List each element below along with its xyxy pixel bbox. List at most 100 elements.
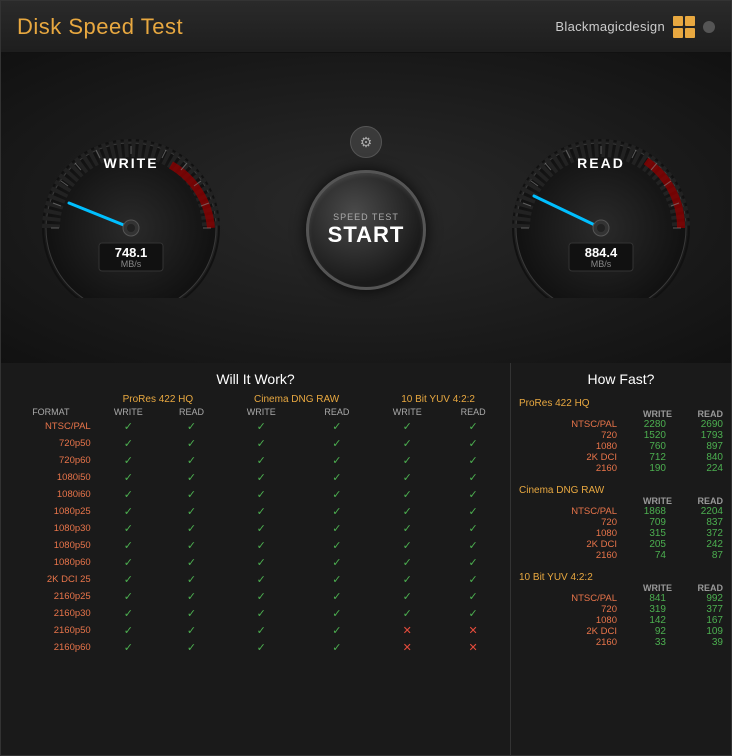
check-mark-icon: ✓ <box>332 421 341 433</box>
brand-label: Blackmagicdesign <box>555 19 665 34</box>
check-cell: ✓ <box>221 537 301 554</box>
check-mark-icon: ✓ <box>403 591 412 603</box>
format-cell: 1080i60 <box>7 486 95 503</box>
hf-data-row: 21607487 <box>519 550 723 561</box>
hf-write-val: 74 <box>621 550 672 561</box>
check-mark-icon: ✓ <box>124 591 133 603</box>
check-cell: ✓ <box>95 571 162 588</box>
gear-icon: ⚙ <box>360 134 373 151</box>
cross-mark-icon: ✕ <box>469 642 478 654</box>
hf-write-val: 1520 <box>621 430 672 441</box>
check-cell: ✓ <box>442 418 504 435</box>
check-cell: ✓ <box>301 486 372 503</box>
check-mark-icon: ✓ <box>469 506 478 518</box>
check-mark-icon: ✓ <box>124 506 133 518</box>
wiw-col-r2: READ <box>301 406 372 418</box>
check-mark-icon: ✓ <box>257 642 266 654</box>
hf-write-val: 142 <box>621 615 672 626</box>
check-mark-icon: ✓ <box>124 540 133 552</box>
hf-format-label: NTSC/PAL <box>519 593 621 604</box>
hf-write-val: 760 <box>621 441 672 452</box>
check-mark-icon: ✓ <box>257 540 266 552</box>
hf-write-val: 92 <box>621 626 672 637</box>
wiw-col-w1: WRITE <box>95 406 162 418</box>
hf-read-val: 837 <box>672 517 723 528</box>
hf-read-val: 242 <box>672 539 723 550</box>
check-cell: ✓ <box>162 537 221 554</box>
check-mark-icon: ✓ <box>469 557 478 569</box>
check-cell: ✓ <box>95 554 162 571</box>
check-cell: ✓ <box>442 537 504 554</box>
check-mark-icon: ✓ <box>403 574 412 586</box>
hf-write-val: 2280 <box>621 419 672 430</box>
check-mark-icon: ✓ <box>187 506 196 518</box>
check-cell: ✓ <box>221 571 301 588</box>
check-cell: ✓ <box>221 418 301 435</box>
check-mark-icon: ✓ <box>403 557 412 569</box>
how-fast-panel: How Fast? ProRes 422 HQWRITEREADNTSC/PAL… <box>511 363 731 755</box>
svg-text:748.1: 748.1 <box>115 245 148 260</box>
will-it-work-table: ProRes 422 HQ Cinema DNG RAW 10 Bit YUV … <box>7 393 504 656</box>
app-title: Disk Speed Test <box>17 14 183 40</box>
check-cell: ✓ <box>442 503 504 520</box>
hf-format-label: 2160 <box>519 637 621 648</box>
check-cell: ✓ <box>372 469 442 486</box>
check-mark-icon: ✓ <box>332 438 341 450</box>
hf-write-val: 315 <box>621 528 672 539</box>
hf-data-row: 1080760897 <box>519 441 723 452</box>
format-cell: 2160p60 <box>7 639 95 656</box>
hf-read-val: 1793 <box>672 430 723 441</box>
table-row: NTSC/PAL✓✓✓✓✓✓ <box>7 418 504 435</box>
table-row: 2160p30✓✓✓✓✓✓ <box>7 605 504 622</box>
hf-format-label: NTSC/PAL <box>519 506 621 517</box>
hf-group: 10 Bit YUV 4:2:2WRITEREADNTSC/PAL8419927… <box>519 567 723 648</box>
check-mark-icon: ✓ <box>332 472 341 484</box>
close-button[interactable] <box>703 21 715 33</box>
check-mark-icon: ✓ <box>403 608 412 620</box>
hf-col-header: WRITE <box>621 496 672 506</box>
table-row: 1080i60✓✓✓✓✓✓ <box>7 486 504 503</box>
format-cell: 2160p30 <box>7 605 95 622</box>
hf-group: ProRes 422 HQWRITEREADNTSC/PAL2280269072… <box>519 393 723 474</box>
hf-format-label: 2K DCI <box>519 539 621 550</box>
hf-group-label: ProRes 422 HQ <box>519 393 723 409</box>
check-cell: ✓ <box>162 639 221 656</box>
check-mark-icon: ✓ <box>124 608 133 620</box>
format-cell: 720p60 <box>7 452 95 469</box>
format-cell: 1080p50 <box>7 537 95 554</box>
read-gauge: 884.4 MB/s READ <box>501 118 701 298</box>
hf-format-label: 1080 <box>519 528 621 539</box>
check-cell: ✓ <box>442 605 504 622</box>
check-cell: ✓ <box>95 452 162 469</box>
will-it-work-panel: Will It Work? ProRes 422 HQ Cinema DNG R… <box>1 363 511 755</box>
start-button[interactable]: SPEED TEST START <box>306 170 426 290</box>
settings-button[interactable]: ⚙ <box>350 126 382 158</box>
hf-write-val: 1868 <box>621 506 672 517</box>
check-cell: ✓ <box>95 520 162 537</box>
table-row: 720p60✓✓✓✓✓✓ <box>7 452 504 469</box>
check-cell: ✓ <box>95 588 162 605</box>
check-mark-icon: ✓ <box>187 608 196 620</box>
check-mark-icon: ✓ <box>124 455 133 467</box>
check-cell: ✓ <box>372 503 442 520</box>
hf-read-val: 39 <box>672 637 723 648</box>
hf-format-label: NTSC/PAL <box>519 419 621 430</box>
app-window: Disk Speed Test Blackmagicdesign <box>0 0 732 756</box>
check-cell: ✓ <box>372 554 442 571</box>
check-cell: ✓ <box>221 588 301 605</box>
check-mark-icon: ✓ <box>187 523 196 535</box>
check-cell: ✓ <box>372 571 442 588</box>
check-cell: ✓ <box>442 554 504 571</box>
cross-mark-icon: ✕ <box>469 625 478 637</box>
check-mark-icon: ✓ <box>469 608 478 620</box>
check-cell: ✓ <box>162 435 221 452</box>
check-mark-icon: ✓ <box>124 489 133 501</box>
check-cell: ✓ <box>301 435 372 452</box>
check-mark-icon: ✓ <box>257 625 266 637</box>
check-cell: ✕ <box>372 639 442 656</box>
check-mark-icon: ✓ <box>257 472 266 484</box>
check-mark-icon: ✓ <box>332 608 341 620</box>
check-cell: ✓ <box>162 486 221 503</box>
check-mark-icon: ✓ <box>257 557 266 569</box>
hf-format-label: 1080 <box>519 441 621 452</box>
